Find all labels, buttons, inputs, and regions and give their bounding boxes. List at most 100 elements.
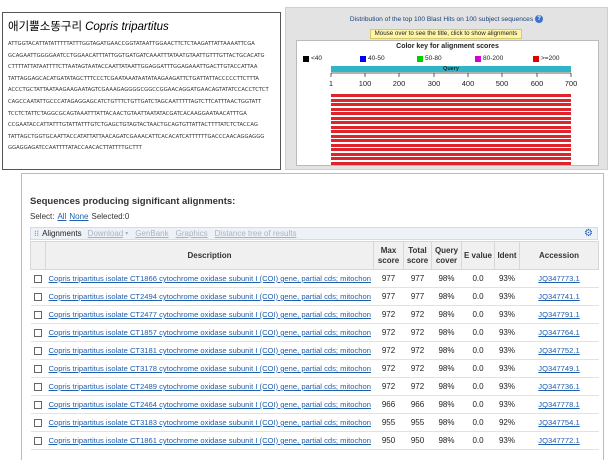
accession-cell: JQ347791.1 [519,305,599,324]
accession-link[interactable]: JQ347773.1 [538,274,579,283]
query-cover-cell: 98% [431,359,462,378]
description-link[interactable]: Copris tripartitus isolate CT1861 cytoch… [49,436,371,445]
hit-bar[interactable] [331,103,571,106]
select-none-link[interactable]: None [69,212,88,221]
axis-tick-label: 500 [496,79,509,88]
row-checkbox-cell [30,341,46,360]
row-checkbox[interactable] [34,292,42,301]
hit-bar[interactable] [331,121,571,124]
e-value-cell: 0.0 [461,341,495,360]
accession-link[interactable]: JQ347778.1 [538,400,579,409]
accession-cell: JQ347736.1 [519,377,599,396]
accession-link[interactable]: JQ347749.1 [538,364,579,373]
hit-bar[interactable] [331,116,571,120]
gear-icon[interactable]: ⚙ [584,228,593,239]
header-ident[interactable]: Ident [494,241,520,270]
sequence-line: CAGCCAATATTGCCCATAGAGGAGCATCTGTTTCTGTTGA… [8,98,262,105]
row-checkbox[interactable] [34,400,42,409]
table-row: Copris tripartitus isolate CT2477 cytoch… [30,305,599,324]
alignments-icon: ⁝⁝ [34,229,40,238]
max-score-cell: 972 [373,323,404,342]
hit-bar[interactable] [331,94,571,97]
table-row: Copris tripartitus isolate CT1866 cytoch… [30,269,599,288]
header-query-cover[interactable]: Query cover [431,241,462,270]
row-checkbox[interactable] [34,436,42,445]
query-cover-cell: 98% [431,305,462,324]
description-link[interactable]: Copris tripartitus isolate CT1866 cytoch… [49,274,371,283]
accession-link[interactable]: JQ347741.1 [538,292,579,301]
row-checkbox[interactable] [34,328,42,337]
row-checkbox[interactable] [34,274,42,283]
hit-bar[interactable] [331,161,571,165]
alignments-button[interactable]: Alignments [42,229,82,238]
sequence-panel: 애기뿔소똥구리 Copris tripartitus ATTGGTACATTATA… [2,12,281,170]
hit-bar[interactable] [331,112,571,115]
query-axis: 1 100 200 300 400 500 600 700 [329,72,577,88]
accession-cell: JQ347772.1 [519,431,599,450]
e-value-cell: 0.0 [461,377,495,396]
total-score-cell: 977 [403,287,432,306]
max-score-cell: 972 [373,341,404,360]
hit-bar[interactable] [331,143,571,147]
genbank-link[interactable]: GenBank [135,229,168,238]
row-checkbox-cell [30,395,46,414]
accession-link[interactable]: JQ347736.1 [538,382,579,391]
hit-bar[interactable] [331,107,571,111]
description-link[interactable]: Copris tripartitus isolate CT2464 cytoch… [49,400,371,409]
accession-link[interactable]: JQ347754.1 [538,418,579,427]
header-e-value[interactable]: E value [461,241,495,270]
results-table: Description Max score Total score Query … [30,241,599,450]
header-description[interactable]: Description [45,241,374,270]
description-link[interactable]: Copris tripartitus isolate CT2494 cytoch… [49,292,371,301]
description-link[interactable]: Copris tripartitus isolate CT1857 cytoch… [49,328,371,337]
help-icon[interactable]: ? [535,15,544,23]
header-accession[interactable]: Accession [519,241,599,270]
ident-cell: 93% [494,305,520,324]
accession-link[interactable]: JQ347752.1 [538,346,579,355]
row-checkbox[interactable] [34,418,42,427]
legend-item-40-50: 40-50 [360,53,385,64]
hit-bar[interactable] [331,98,571,102]
query-cover-cell: 98% [431,323,462,342]
table-row: Copris tripartitus isolate CT1857 cytoch… [30,323,599,342]
row-checkbox[interactable] [34,310,42,319]
row-checkbox[interactable] [34,382,42,391]
description-link[interactable]: Copris tripartitus isolate CT3181 cytoch… [49,346,371,355]
description-link[interactable]: Copris tripartitus isolate CT3183 cytoch… [49,418,371,427]
accession-link[interactable]: JQ347764.1 [538,328,579,337]
distribution-graphic[interactable]: Color key for alignment scores <40 40-50… [296,40,599,166]
hit-bar[interactable] [331,130,571,133]
ident-cell: 93% [494,323,520,342]
hit-bar[interactable] [331,134,571,138]
ident-cell: 93% [494,377,520,396]
description-link[interactable]: Copris tripartitus isolate CT3178 cytoch… [49,364,371,373]
query-cover-cell: 98% [431,341,462,360]
row-checkbox-cell [30,413,46,432]
distance-tree-link[interactable]: Distance tree of results [215,229,297,238]
max-score-cell: 966 [373,395,404,414]
total-score-cell: 972 [403,305,432,324]
hit-bar[interactable] [331,125,571,129]
table-header-row: Description Max score Total score Query … [30,241,599,270]
accession-link[interactable]: JQ347791.1 [538,310,579,319]
legend-swatch [303,55,309,62]
hit-bar[interactable] [331,152,571,156]
description-link[interactable]: Copris tripartitus isolate CT2477 cytoch… [49,310,371,319]
description-cell: Copris tripartitus isolate CT2464 cytoch… [45,395,374,414]
download-button[interactable]: Download [88,229,124,238]
row-checkbox[interactable] [34,346,42,355]
header-max-score[interactable]: Max score [373,241,404,270]
table-row: Copris tripartitus isolate CT2494 cytoch… [30,287,599,306]
description-link[interactable]: Copris tripartitus isolate CT2489 cytoch… [49,382,371,391]
header-total-score[interactable]: Total score [403,241,432,270]
graphics-link[interactable]: Graphics [176,229,208,238]
hit-bar[interactable] [331,139,571,142]
description-cell: Copris tripartitus isolate CT2489 cytoch… [45,377,374,396]
legend-label: 80-200 [483,55,504,62]
select-all-link[interactable]: All [57,212,66,221]
hit-bar[interactable] [331,148,571,151]
accession-link[interactable]: JQ347772.1 [538,436,579,445]
row-checkbox[interactable] [34,364,42,373]
max-score-cell: 977 [373,287,404,306]
hit-bar[interactable] [331,157,571,160]
